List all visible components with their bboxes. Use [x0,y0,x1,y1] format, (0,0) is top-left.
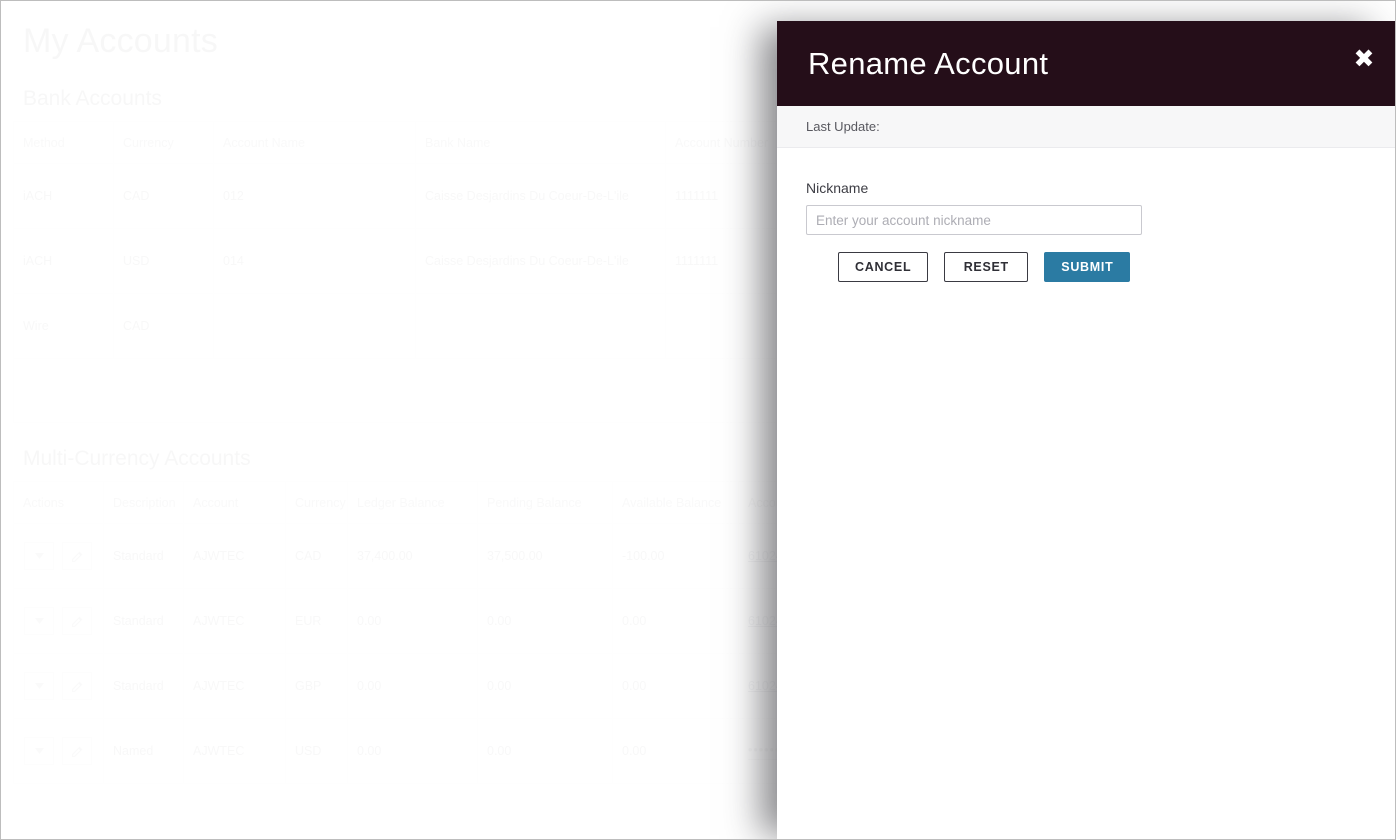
reset-button[interactable]: RESET [944,252,1029,282]
column-header-account[interactable]: Account [183,481,286,525]
cell-currency: CAD [113,163,214,230]
cell-actions [13,718,104,785]
cell-bank-name [415,293,666,360]
cell-pending-balance: 0.00 [477,653,613,720]
cell-method: iACH [13,228,114,295]
cell-method: Wire [13,293,114,360]
cell-available-balance: 0.00 [612,588,739,655]
cell-description: Standard [103,523,184,590]
app-root: My Accounts Bank Accounts Method Currenc… [0,0,1396,840]
nickname-input[interactable] [806,205,1142,235]
column-header-account-name[interactable]: Account Name [213,121,416,165]
cell-account: AJWTEC [183,588,286,655]
cell-account: AJWTEC [183,523,286,590]
cell-description: Standard [103,588,184,655]
cell-currency: USD [113,228,214,295]
cell-ledger-balance: 0.00 [347,653,478,720]
cell-account-name: 012 [213,163,416,230]
rename-account-edit-icon-button[interactable] [62,672,93,701]
column-header-bank-name[interactable]: Bank Name [415,121,666,165]
cell-account-name [213,293,416,360]
column-header-actions: Actions [13,481,104,525]
cell-account-name: 014 [213,228,416,295]
column-header-available-balance[interactable]: Available Balance [612,481,739,525]
row-expand-caret-button[interactable] [24,542,54,571]
column-header-pending-balance[interactable]: Pending Balance [477,481,613,525]
cell-actions [13,588,104,655]
cell-description: Named [103,718,184,785]
column-header-currency[interactable]: Currency [285,481,348,525]
modal-button-row: CANCEL RESET SUBMIT [806,252,1368,282]
cell-actions [13,523,104,590]
cell-currency: GBP [285,653,348,720]
modal-title: Rename Account [808,45,1049,81]
cell-bank-name: Caisse Desjardins Du Coeur-De-L'ile [415,228,666,295]
rename-account-edit-icon-button[interactable] [62,737,93,766]
submit-button[interactable]: SUBMIT [1044,252,1131,282]
rename-account-edit-icon-button[interactable] [62,542,93,571]
cell-currency: CAD [285,523,348,590]
rename-account-edit-icon-button[interactable] [62,607,93,636]
cell-account: AJWTEC [183,718,286,785]
cell-bank-name: Caisse Desjardins Du Coeur-De-L'ile [415,163,666,230]
row-expand-caret-button[interactable] [24,607,54,636]
modal-header: Rename Account ✖ [777,21,1395,106]
close-icon[interactable]: ✖ [1347,41,1381,75]
cell-method: iACH [13,163,114,230]
column-header-ledger-balance[interactable]: Ledger Balance [347,481,478,525]
last-update-bar: Last Update: [777,106,1395,148]
modal-body: Nickname CANCEL RESET SUBMIT [777,148,1395,839]
cell-currency: CAD [113,293,214,360]
column-header-description[interactable]: Description [103,481,184,525]
nickname-label: Nickname [806,180,869,196]
cell-currency: EUR [285,588,348,655]
cell-account: AJWTEC [183,653,286,720]
last-update-label: Last Update: [806,119,880,134]
cell-ledger-balance: 0.00 [347,588,478,655]
cell-description: Standard [103,653,184,720]
cancel-button[interactable]: CANCEL [838,252,929,282]
column-header-method[interactable]: Method [13,121,114,165]
cell-currency: USD [285,718,348,785]
cell-ledger-balance: 0.00 [347,718,478,785]
cell-available-balance: -100.00 [612,523,739,590]
cell-actions [13,653,104,720]
column-header-currency[interactable]: Currency [113,121,214,165]
row-expand-caret-button[interactable] [24,672,54,701]
cell-pending-balance: 0.00 [477,718,613,785]
rename-account-modal: Rename Account ✖ Last Update: Nickname C… [777,21,1395,839]
row-expand-caret-button[interactable] [24,737,54,766]
cell-available-balance: 0.00 [612,718,739,785]
cell-pending-balance: 37,500.00 [477,523,613,590]
cell-pending-balance: 0.00 [477,588,613,655]
cell-ledger-balance: 37,400.00 [347,523,478,590]
cell-available-balance: 0.00 [612,653,739,720]
